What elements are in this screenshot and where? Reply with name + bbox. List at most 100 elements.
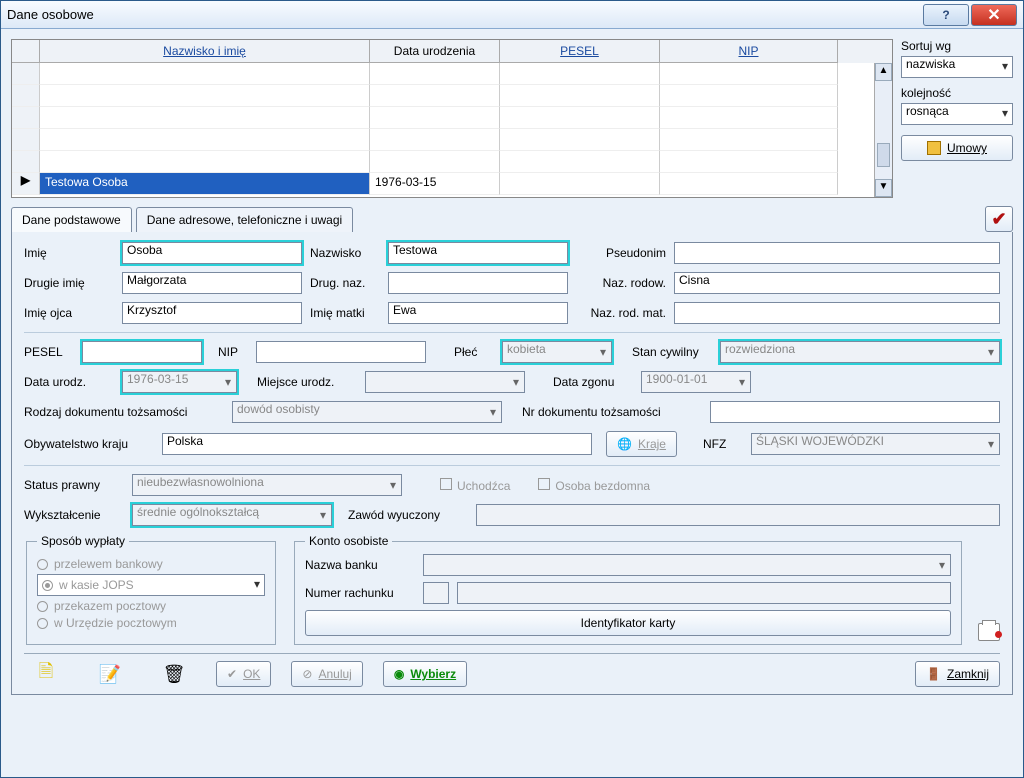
- nip-label: NIP: [218, 345, 248, 359]
- radio-przekaz[interactable]: przekazem pocztowy: [37, 599, 265, 613]
- radio-kasa[interactable]: w kasie JOPS: [37, 574, 265, 596]
- col-name-header[interactable]: Nazwisko i imię: [40, 40, 370, 63]
- target-icon: ◉: [394, 667, 404, 681]
- stan-cywilny-select[interactable]: rozwiedziona: [720, 341, 1000, 363]
- nazwisko-field[interactable]: Testowa: [388, 242, 568, 264]
- naz-rodow-label: Naz. rodow.: [576, 276, 666, 290]
- help-button[interactable]: ?: [923, 4, 969, 26]
- sort-panel: Sortuj wg nazwiska kolejność rosnąca Umo…: [901, 39, 1013, 198]
- rodzaj-dok-select[interactable]: dowód osobisty: [232, 401, 502, 423]
- tab-address[interactable]: Dane adresowe, telefoniczne i uwagi: [136, 207, 353, 232]
- naz-rod-mat-field[interactable]: [674, 302, 1000, 324]
- edit-button[interactable]: 📝: [88, 660, 132, 688]
- door-icon: 🚪: [926, 667, 941, 681]
- col-nip-header[interactable]: NIP: [660, 40, 838, 63]
- new-button[interactable]: 🗎: [24, 660, 68, 688]
- sposob-wyplaty-group: Sposób wypłaty przelewem bankowy w kasie…: [26, 534, 276, 645]
- cancel-icon: ⊘: [302, 667, 312, 681]
- sort-by-select[interactable]: nazwiska: [901, 56, 1013, 78]
- imie-matki-field[interactable]: Ewa: [388, 302, 568, 324]
- pesel-label: PESEL: [24, 345, 74, 359]
- titlebar: Dane osobowe ? ✕: [1, 1, 1023, 29]
- imie-ojca-label: Imię ojca: [24, 306, 114, 320]
- new-file-icon: 🗎: [39, 659, 53, 689]
- kraje-button[interactable]: 🌐 Kraje: [606, 431, 677, 457]
- sposob-wyplaty-legend: Sposób wypłaty: [37, 534, 129, 548]
- data-zgonu-label: Data zgonu: [553, 375, 633, 389]
- edit-icon: 📝: [99, 664, 121, 685]
- form-panel: Imię Osoba Nazwisko Testowa Pseudonim Dr…: [11, 232, 1013, 695]
- drugie-imie-label: Drugie imię: [24, 276, 114, 290]
- rodzaj-dok-label: Rodzaj dokumentu tożsamości: [24, 405, 224, 419]
- pseudonim-label: Pseudonim: [576, 246, 666, 260]
- plec-label: Płeć: [454, 345, 494, 359]
- ok-button[interactable]: ✔ OK: [216, 661, 271, 687]
- globe-icon: 🌐: [617, 437, 632, 451]
- identyfikator-karty-button[interactable]: Identyfikator karty: [305, 610, 951, 636]
- zawod-label: Zawód wyuczony: [348, 508, 468, 522]
- rachunek-field[interactable]: [457, 582, 951, 604]
- konto-osobiste-group: Konto osobiste Nazwa banku Numer rachunk…: [294, 534, 962, 645]
- zawod-field[interactable]: [476, 504, 1000, 526]
- data-urodz-field[interactable]: 1976-03-15: [122, 371, 237, 393]
- nazwa-banku-label: Nazwa banku: [305, 558, 415, 572]
- uchodzca-checkbox[interactable]: Uchodźca: [440, 478, 510, 493]
- check-icon: ✔: [227, 667, 237, 681]
- plec-select[interactable]: kobieta: [502, 341, 612, 363]
- tab-basic[interactable]: Dane podstawowe: [11, 207, 132, 232]
- nr-dok-label: Nr dokumentu tożsamości: [522, 405, 702, 419]
- delete-button[interactable]: 🗑: [152, 660, 196, 688]
- imie-label: Imię: [24, 246, 114, 260]
- data-urodz-label: Data urodz.: [24, 375, 114, 389]
- nazwa-banku-select[interactable]: [423, 554, 951, 576]
- persons-grid[interactable]: Nazwisko i imię Data urodzenia PESEL NIP…: [11, 39, 893, 198]
- confirm-check-button[interactable]: ✔: [985, 206, 1013, 232]
- status-prawny-select[interactable]: nieubezwłasnowolniona: [132, 474, 402, 496]
- radio-urzad[interactable]: w Urzędzie pocztowym: [37, 616, 265, 630]
- bezdomna-checkbox[interactable]: Osoba bezdomna: [538, 478, 650, 493]
- window-title: Dane osobowe: [7, 7, 921, 22]
- drug-naz-label: Drug. naz.: [310, 276, 380, 290]
- drug-naz-field[interactable]: [388, 272, 568, 294]
- nip-field[interactable]: [256, 341, 426, 363]
- close-button[interactable]: ✕: [971, 4, 1017, 26]
- pseudonim-field[interactable]: [674, 242, 1000, 264]
- col-dob-header[interactable]: Data urodzenia: [370, 40, 500, 63]
- miejsce-urodz-label: Miejsce urodz.: [257, 375, 357, 389]
- radio-przelew[interactable]: przelewem bankowy: [37, 557, 265, 571]
- pesel-field[interactable]: [82, 341, 202, 363]
- nfz-select[interactable]: ŚLĄSKI WOJEWÓDZKI: [751, 433, 1000, 455]
- cell-name: Testowa Osoba: [40, 173, 370, 195]
- stan-cywilny-label: Stan cywilny: [632, 345, 712, 359]
- table-row[interactable]: ▶ Testowa Osoba 1976-03-15: [12, 173, 892, 195]
- cell-nip: [660, 173, 838, 195]
- print-icon[interactable]: [978, 623, 1000, 641]
- imie-field[interactable]: Osoba: [122, 242, 302, 264]
- wyksztalcenie-label: Wykształcenie: [24, 508, 124, 522]
- imie-ojca-field[interactable]: Krzysztof: [122, 302, 302, 324]
- data-zgonu-field[interactable]: 1900-01-01: [641, 371, 751, 393]
- rachunek-prefix-field[interactable]: [423, 582, 449, 604]
- wybierz-button[interactable]: ◉ Wybierz: [383, 661, 467, 687]
- nazwisko-label: Nazwisko: [310, 246, 380, 260]
- status-prawny-label: Status prawny: [24, 478, 124, 492]
- trash-icon: 🗑: [163, 664, 186, 685]
- grid-scrollbar[interactable]: ▲ ▼: [874, 63, 892, 197]
- wyksztalcenie-select[interactable]: średnie ogólnokształcą: [132, 504, 332, 526]
- konto-osobiste-legend: Konto osobiste: [305, 534, 392, 548]
- cell-pesel: [500, 173, 660, 195]
- numer-rachunku-label: Numer rachunku: [305, 586, 415, 600]
- miejsce-urodz-field[interactable]: [365, 371, 525, 393]
- sort-order-select[interactable]: rosnąca: [901, 103, 1013, 125]
- col-pesel-header[interactable]: PESEL: [500, 40, 660, 63]
- naz-rodow-field[interactable]: Cisna: [674, 272, 1000, 294]
- drugie-imie-field[interactable]: Małgorzata: [122, 272, 302, 294]
- zamknij-button[interactable]: 🚪 Zamknij: [915, 661, 1000, 687]
- sort-by-label: Sortuj wg: [901, 39, 1013, 53]
- contracts-icon: [927, 141, 941, 155]
- anuluj-button[interactable]: ⊘ Anuluj: [291, 661, 362, 687]
- umowy-button[interactable]: Umowy: [901, 135, 1013, 161]
- bottom-toolbar: 🗎 📝 🗑 ✔ OK ⊘ Anuluj ◉ Wybierz 🚪: [24, 653, 1000, 688]
- obywatelstwo-field[interactable]: Polska: [162, 433, 592, 455]
- nr-dok-field[interactable]: [710, 401, 1000, 423]
